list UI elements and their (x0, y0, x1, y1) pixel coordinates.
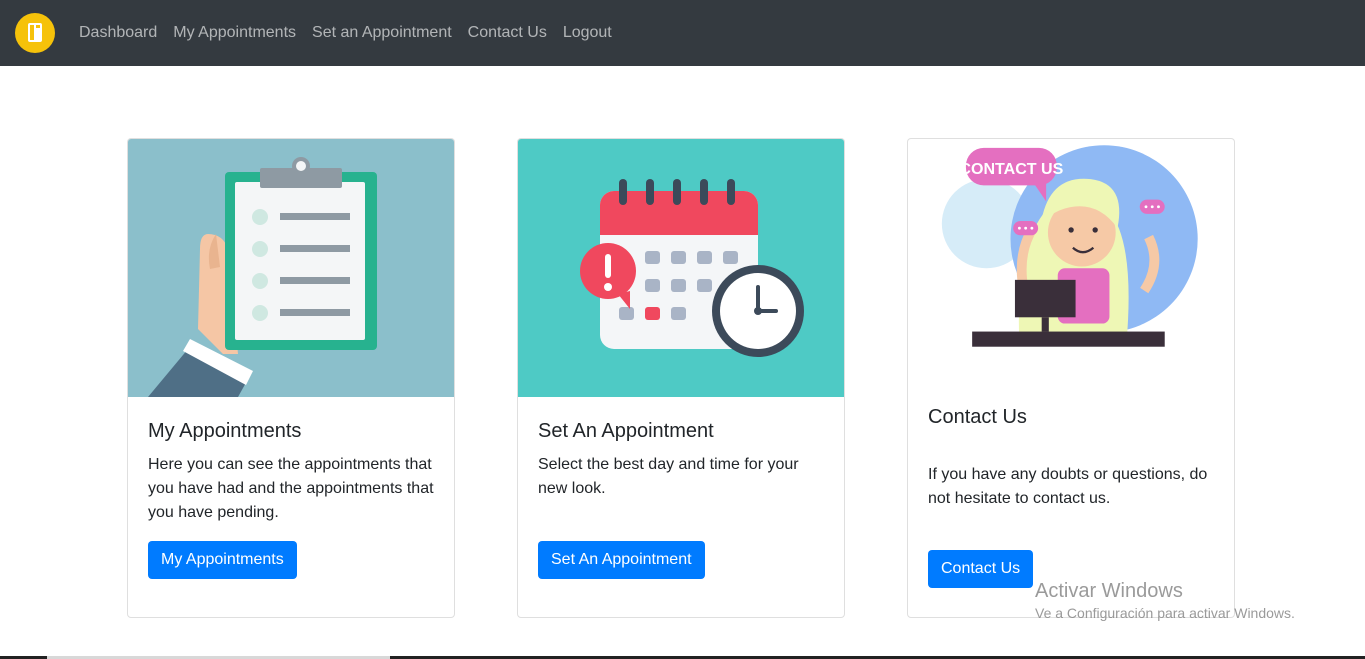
card-text: If you have any doubts or questions, do … (928, 466, 1208, 507)
activation-watermark-title: Activar Windows (1035, 580, 1183, 602)
card-title: Set An Appointment (538, 420, 714, 442)
card-contact-us: CONTACT US Contact Us If you have any do… (907, 138, 1235, 618)
nav-links: Dashboard My Appointments Set an Appoint… (79, 0, 628, 66)
set-appointment-button[interactable]: Set An Appointment (538, 541, 705, 579)
contact-us-button[interactable]: Contact Us (928, 550, 1034, 588)
contact-us-badge: CONTACT US (959, 160, 1063, 178)
clipboard-checklist-illustration (128, 139, 454, 397)
card-title: My Appointments (148, 420, 302, 442)
nav-dashboard[interactable]: Dashboard (79, 24, 157, 42)
contact-us-operator-illustration: CONTACT US (925, 139, 1219, 369)
top-navbar: Dashboard My Appointments Set an Appoint… (0, 0, 1365, 66)
nav-set-appointment[interactable]: Set an Appointment (312, 24, 452, 42)
book-icon[interactable] (15, 13, 55, 53)
card-text: Here you can see the appointments that y… (148, 456, 434, 521)
card-text: Select the best day and time for your ne… (538, 456, 799, 497)
calendar-clock-illustration (518, 139, 844, 397)
activation-watermark-subtitle: Ve a Configuración para activar Windows. (1035, 605, 1295, 621)
card-set-appointment: Set An Appointment Select the best day a… (517, 138, 845, 618)
my-appointments-button[interactable]: My Appointments (148, 541, 297, 579)
card-title: Contact Us (928, 406, 1027, 428)
nav-contact-us[interactable]: Contact Us (468, 24, 547, 42)
nav-logout[interactable]: Logout (563, 24, 612, 42)
nav-my-appointments[interactable]: My Appointments (173, 24, 296, 42)
card-my-appointments: My Appointments Here you can see the app… (127, 138, 455, 618)
